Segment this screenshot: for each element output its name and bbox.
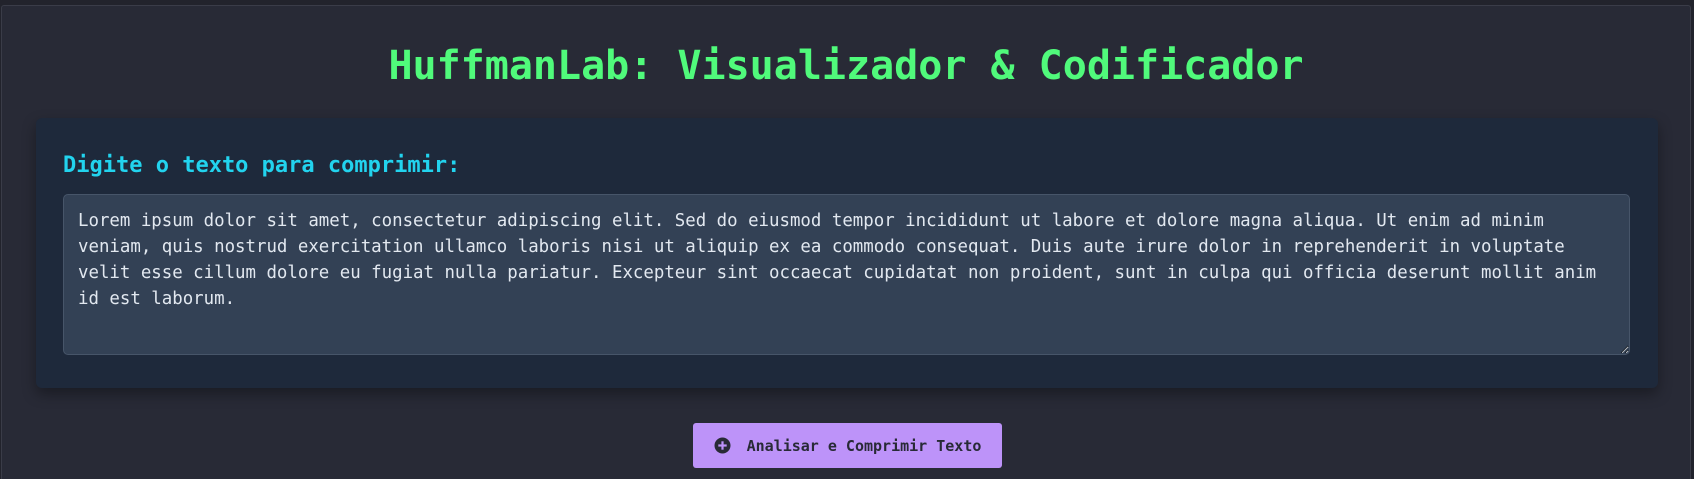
app-window: HuffmanLab: Visualizador & Codificador D…: [1, 5, 1691, 479]
analyze-compress-label: Analisar e Comprimir Texto: [746, 436, 982, 455]
analyze-compress-button[interactable]: Analisar e Comprimir Texto: [693, 423, 1002, 468]
page-title: HuffmanLab: Visualizador & Codificador: [388, 43, 1304, 89]
text-input[interactable]: Lorem ipsum dolor sit amet, consectetur …: [63, 194, 1630, 355]
input-card: Digite o texto para comprimir: Lorem ips…: [36, 118, 1658, 388]
plus-circle-icon: [714, 437, 731, 454]
input-label: Digite o texto para comprimir:: [63, 153, 461, 178]
